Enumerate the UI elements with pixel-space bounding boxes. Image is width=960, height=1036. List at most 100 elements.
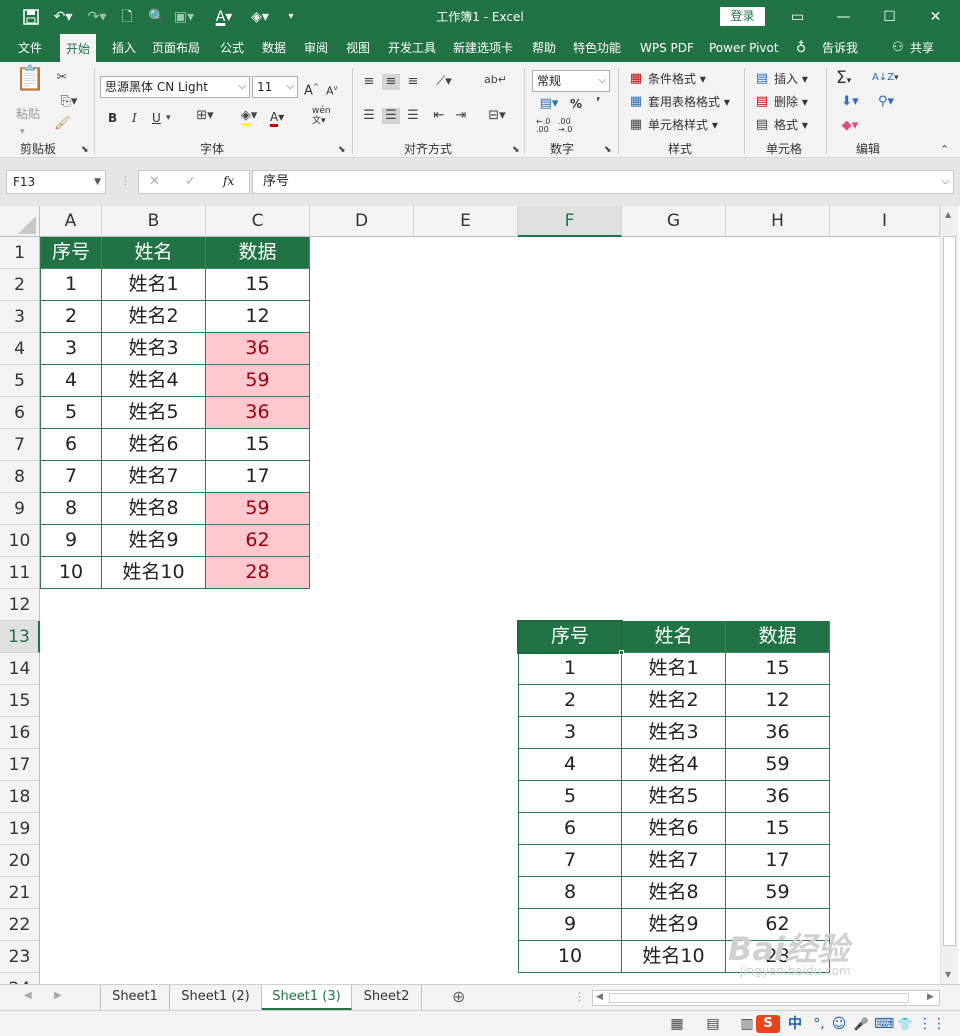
table2-header-cell[interactable]: 序号 bbox=[518, 621, 622, 653]
tab-formulas[interactable]: 公式 bbox=[220, 34, 244, 62]
horizontal-scrollbar[interactable]: ◀ ▶ bbox=[592, 990, 940, 1006]
align-right-icon[interactable]: ☰ bbox=[404, 108, 422, 124]
save-icon[interactable] bbox=[22, 7, 40, 31]
table1-cell[interactable]: 28 bbox=[206, 557, 310, 589]
table2-cell[interactable]: 15 bbox=[726, 813, 830, 845]
row-header-15[interactable]: 15 bbox=[0, 685, 40, 717]
row-header-14[interactable]: 14 bbox=[0, 653, 40, 685]
name-box[interactable]: F13 ▼ bbox=[6, 170, 106, 194]
scroll-right-icon[interactable]: ▶ bbox=[927, 992, 934, 1002]
align-top-icon[interactable]: ≡ bbox=[360, 74, 378, 90]
undo-icon[interactable]: ↶▾ bbox=[50, 7, 76, 27]
table1-cell[interactable]: 59 bbox=[206, 493, 310, 525]
font-color-button[interactable]: A▾ bbox=[270, 109, 300, 127]
table2-cell[interactable]: 36 bbox=[726, 717, 830, 749]
table2-cell[interactable]: 6 bbox=[518, 813, 622, 845]
ime-tools-icon[interactable]: ⋮⋮ bbox=[918, 1015, 946, 1033]
table2-cell[interactable]: 7 bbox=[518, 845, 622, 877]
row-header-18[interactable]: 18 bbox=[0, 781, 40, 813]
row-header-8[interactable]: 8 bbox=[0, 461, 40, 493]
column-header-c[interactable]: C bbox=[206, 206, 310, 237]
tab-wps-pdf[interactable]: WPS PDF bbox=[640, 34, 694, 62]
fill-color-icon[interactable]: ◈▾ bbox=[234, 108, 264, 126]
column-header-h[interactable]: H bbox=[726, 206, 830, 237]
table1-cell[interactable]: 姓名2 bbox=[102, 301, 206, 333]
align-center-icon[interactable]: ☰ bbox=[382, 108, 400, 124]
normal-view-icon[interactable]: ▦ bbox=[668, 1015, 686, 1033]
vertical-scroll-thumb[interactable] bbox=[943, 236, 956, 946]
table2-cell[interactable]: 15 bbox=[726, 653, 830, 685]
row-header-17[interactable]: 17 bbox=[0, 749, 40, 781]
table1-cell[interactable]: 15 bbox=[206, 429, 310, 461]
row-header-23[interactable]: 23 bbox=[0, 941, 40, 973]
table2-cell[interactable]: 36 bbox=[726, 781, 830, 813]
column-header-a[interactable]: A bbox=[40, 206, 102, 237]
column-header-i[interactable]: I bbox=[830, 206, 940, 237]
tab-data[interactable]: 数据 bbox=[262, 34, 286, 62]
table1-cell[interactable]: 36 bbox=[206, 333, 310, 365]
table2-cell[interactable]: 5 bbox=[518, 781, 622, 813]
row-header-5[interactable]: 5 bbox=[0, 365, 40, 397]
tab-view[interactable]: 视图 bbox=[346, 34, 370, 62]
fill-handle[interactable] bbox=[619, 650, 624, 655]
number-format-select[interactable]: 常规 ⌵ bbox=[532, 70, 610, 92]
table1-cell[interactable]: 1 bbox=[40, 269, 102, 301]
table2-cell[interactable]: 姓名2 bbox=[622, 685, 726, 717]
table-format-button[interactable]: 套用表格格式 ▾ bbox=[648, 94, 730, 110]
table1-header-cell[interactable]: 序号 bbox=[40, 237, 102, 269]
currency-icon[interactable]: ▤▾ bbox=[534, 96, 564, 112]
paste-label[interactable]: 粘贴 bbox=[16, 106, 40, 122]
close-icon[interactable]: ✕ bbox=[912, 0, 959, 34]
row-header-20[interactable]: 20 bbox=[0, 845, 40, 877]
insert-function-icon[interactable]: fx bbox=[223, 174, 234, 188]
form-icon[interactable]: ▣▾ bbox=[172, 7, 196, 27]
table1-cell[interactable]: 姓名7 bbox=[102, 461, 206, 493]
maximize-icon[interactable]: ☐ bbox=[866, 0, 913, 34]
row-header-9[interactable]: 9 bbox=[0, 493, 40, 525]
table2-cell[interactable]: 3 bbox=[518, 717, 622, 749]
ime-skin-icon[interactable]: 👕 bbox=[896, 1015, 914, 1033]
row-header-13[interactable]: 13 bbox=[0, 621, 40, 653]
table2-cell[interactable]: 8 bbox=[518, 877, 622, 909]
format-painter-icon[interactable]: 🖌 bbox=[54, 116, 71, 132]
scroll-up-icon[interactable]: ▲ bbox=[945, 210, 951, 219]
format-cells-button[interactable]: 格式 ▾ bbox=[774, 117, 808, 133]
table2-cell[interactable]: 姓名4 bbox=[622, 749, 726, 781]
number-launcher-icon[interactable]: ⬊ bbox=[604, 142, 612, 158]
clear-icon[interactable]: ◆▾ bbox=[836, 118, 864, 134]
sheet-tab-sheet1-2[interactable]: Sheet1 (2) bbox=[170, 985, 262, 1010]
align-bottom-icon[interactable]: ≡ bbox=[404, 74, 422, 90]
table1-header-cell[interactable]: 姓名 bbox=[102, 237, 206, 269]
delete-cells-button[interactable]: 删除 ▾ bbox=[774, 94, 808, 110]
table1-cell[interactable]: 姓名4 bbox=[102, 365, 206, 397]
table1-cell[interactable]: 15 bbox=[206, 269, 310, 301]
formula-input[interactable]: 序号 ⌵ bbox=[252, 170, 954, 194]
ime-logo-icon[interactable]: S bbox=[756, 1015, 780, 1033]
table1-cell[interactable]: 4 bbox=[40, 365, 102, 397]
collapse-ribbon-icon[interactable]: ⌃ bbox=[940, 142, 949, 158]
autosum-button[interactable]: Σ▾ bbox=[836, 70, 851, 89]
ime-punct-icon[interactable]: °, bbox=[808, 1015, 830, 1033]
table2-cell[interactable]: 姓名8 bbox=[622, 877, 726, 909]
select-all-button[interactable] bbox=[0, 206, 40, 237]
share-button[interactable]: 共享 bbox=[910, 34, 934, 62]
table2-cell[interactable]: 姓名3 bbox=[622, 717, 726, 749]
cut-icon[interactable]: ✂ bbox=[54, 70, 70, 86]
table1-cell[interactable]: 姓名1 bbox=[102, 269, 206, 301]
column-header-e[interactable]: E bbox=[414, 206, 518, 237]
table1-cell[interactable]: 姓名3 bbox=[102, 333, 206, 365]
vertical-scrollbar[interactable]: ▲ ▼ bbox=[940, 206, 958, 984]
table1-cell[interactable]: 5 bbox=[40, 397, 102, 429]
table1-cell[interactable]: 6 bbox=[40, 429, 102, 461]
sort-filter-button[interactable]: A↓Z▾ bbox=[872, 70, 899, 86]
phonetic-button[interactable]: wén 文▾ bbox=[312, 106, 331, 126]
row-header-6[interactable]: 6 bbox=[0, 397, 40, 429]
table1-cell[interactable]: 36 bbox=[206, 397, 310, 429]
prev-sheet-icon[interactable]: ◀ bbox=[24, 990, 32, 1001]
ime-mic-icon[interactable]: 🎤 bbox=[852, 1015, 870, 1033]
fill-down-icon[interactable]: ⬇▾ bbox=[836, 94, 864, 110]
wrap-text-button[interactable]: ab↵ bbox=[484, 72, 507, 88]
bold-button[interactable]: B bbox=[108, 110, 117, 126]
add-sheet-icon[interactable]: ⊕ bbox=[452, 987, 465, 1006]
copy-icon[interactable]: ⎘▾ bbox=[54, 94, 84, 110]
